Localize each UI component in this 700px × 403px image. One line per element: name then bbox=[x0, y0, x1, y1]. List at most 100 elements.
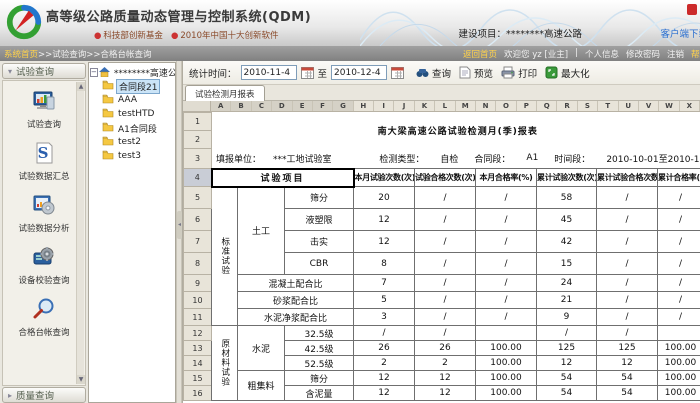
sheet-cell[interactable]: / bbox=[415, 292, 476, 309]
打印-button[interactable]: 打印 bbox=[501, 66, 537, 80]
column-header-U[interactable]: U bbox=[619, 101, 639, 111]
column-header-M[interactable]: M bbox=[456, 101, 476, 111]
sheet-cell[interactable]: 水泥净浆配合比 bbox=[238, 309, 354, 326]
sheet-cell[interactable]: 21 bbox=[537, 292, 597, 309]
sheet-cell[interactable]: 2 bbox=[354, 356, 415, 371]
col-header[interactable]: 试验合格次数(次) bbox=[415, 169, 476, 187]
collapse-icon[interactable]: − bbox=[90, 68, 98, 77]
column-header-H[interactable]: H bbox=[354, 101, 374, 111]
tree-item[interactable]: test3 bbox=[89, 149, 175, 163]
sheet-cell[interactable]: 54 bbox=[537, 386, 597, 401]
sheet-cell[interactable]: 100.00 bbox=[476, 341, 537, 356]
column-header-J[interactable]: J bbox=[394, 101, 414, 111]
sheet-cell[interactable]: 24 bbox=[537, 275, 597, 292]
column-header-T[interactable]: T bbox=[598, 101, 618, 111]
row-header[interactable]: 1 bbox=[184, 113, 212, 131]
row-header[interactable]: 12 bbox=[184, 326, 212, 341]
sheet-cell[interactable]: 125 bbox=[537, 341, 597, 356]
date-to-input[interactable] bbox=[331, 65, 387, 80]
scroll-down-icon[interactable]: ▼ bbox=[77, 375, 85, 384]
column-header-F[interactable]: F bbox=[313, 101, 333, 111]
sheet-cell[interactable]: 32.5级 bbox=[285, 326, 354, 341]
sheet-cell[interactable]: 筛分 bbox=[285, 187, 354, 209]
sidebar-item[interactable]: S试验数据汇总 bbox=[3, 141, 85, 182]
sheet-cell[interactable]: 筛分 bbox=[285, 371, 354, 386]
sheet-cell[interactable]: 45 bbox=[537, 209, 597, 231]
row-header[interactable]: 2 bbox=[184, 131, 212, 149]
column-header-N[interactable]: N bbox=[476, 101, 496, 111]
sheet-cell[interactable]: 12 bbox=[537, 356, 597, 371]
column-header-I[interactable]: I bbox=[374, 101, 394, 111]
sheet-cell[interactable]: 12 bbox=[354, 209, 415, 231]
tab-monthly-report[interactable]: 试验检测月报表 bbox=[185, 85, 265, 101]
sidebar-group-test-query[interactable]: ▾ 试验查询 bbox=[2, 63, 86, 79]
sheet-cell[interactable]: 54 bbox=[597, 371, 658, 386]
sheet-cell[interactable]: 12 bbox=[415, 386, 476, 401]
tree-item[interactable]: test2 bbox=[89, 135, 175, 149]
col-header[interactable]: 本月试验次数(次) bbox=[354, 169, 415, 187]
sheet-cell[interactable]: / bbox=[597, 309, 658, 326]
sheet-cell[interactable]: / bbox=[415, 187, 476, 209]
sheet-cell[interactable]: 100.00 bbox=[658, 356, 700, 371]
column-header-Q[interactable]: Q bbox=[537, 101, 557, 111]
sheet-cell[interactable]: / bbox=[658, 309, 700, 326]
sheet-cell[interactable]: / bbox=[415, 253, 476, 275]
sheet-cell[interactable]: 12 bbox=[354, 371, 415, 386]
sheet-cell[interactable]: / bbox=[597, 292, 658, 309]
column-header-C[interactable]: C bbox=[252, 101, 272, 111]
tree-item[interactable]: 合同段21 bbox=[89, 79, 175, 93]
sheet-cell[interactable]: 100.00 bbox=[476, 371, 537, 386]
sheet-cell[interactable]: 100.00 bbox=[476, 356, 537, 371]
sheet-cell[interactable]: 12 bbox=[354, 231, 415, 253]
sheet-cell[interactable]: 100.00 bbox=[658, 386, 700, 401]
date-from-input[interactable] bbox=[241, 65, 297, 80]
sheet-cell[interactable]: / bbox=[415, 209, 476, 231]
sheet-cell[interactable]: / bbox=[658, 231, 700, 253]
calendar-from-button[interactable] bbox=[301, 66, 314, 79]
user-link[interactable]: 个人信息 bbox=[585, 48, 619, 60]
tree-root-label[interactable]: ********高速公路 bbox=[112, 66, 176, 79]
sheet-cell[interactable]: 3 bbox=[354, 309, 415, 326]
row-header[interactable]: 8 bbox=[184, 253, 212, 275]
column-header-L[interactable]: L bbox=[435, 101, 455, 111]
sheet-cell[interactable]: 54 bbox=[537, 371, 597, 386]
最大化-button[interactable]: 最大化 bbox=[545, 66, 590, 80]
sheet-cell[interactable]: / bbox=[476, 209, 537, 231]
sheet-cell[interactable]: 26 bbox=[415, 341, 476, 356]
column-header-P[interactable]: P bbox=[517, 101, 537, 111]
sheet-cell[interactable]: / bbox=[537, 326, 597, 341]
splitter-handle-icon[interactable]: ◂ bbox=[177, 211, 182, 239]
user-link[interactable]: 修改密码 bbox=[626, 48, 660, 60]
sheet-cell[interactable] bbox=[476, 326, 537, 341]
client-download-link[interactable]: 客户端下载 bbox=[660, 26, 700, 40]
row-header[interactable]: 6 bbox=[184, 209, 212, 231]
tree-root[interactable]: − ********高速公路 bbox=[89, 65, 175, 79]
sidebar-item[interactable]: 设备校验查询 bbox=[3, 245, 85, 286]
sheet-cell[interactable]: 42 bbox=[537, 231, 597, 253]
查询-button[interactable]: 查询 bbox=[416, 66, 451, 80]
sheet-cell[interactable]: 58 bbox=[537, 187, 597, 209]
sheet-cell[interactable]: 原材料试验 bbox=[212, 326, 238, 401]
sheet-cell[interactable]: 2 bbox=[415, 356, 476, 371]
project-selector[interactable]: 建设项目：********高速公路 bbox=[458, 26, 582, 40]
sheet-cell[interactable]: 水泥 bbox=[238, 326, 285, 371]
sheet-cell[interactable]: 砂浆配合比 bbox=[238, 292, 354, 309]
sheet-cell[interactable]: 125 bbox=[597, 341, 658, 356]
sheet-cell[interactable]: 液塑限 bbox=[285, 209, 354, 231]
sheet-cell[interactable]: / bbox=[597, 187, 658, 209]
sheet-cell[interactable]: / bbox=[658, 253, 700, 275]
sheet-cell[interactable]: / bbox=[476, 292, 537, 309]
sheet-cell[interactable]: 8 bbox=[354, 253, 415, 275]
panel-splitter[interactable]: ◂ bbox=[176, 61, 182, 403]
col-header[interactable]: 本月合格率(%) bbox=[476, 169, 537, 187]
column-header-V[interactable]: V bbox=[639, 101, 659, 111]
column-header-A[interactable]: A bbox=[211, 101, 231, 111]
row-header[interactable]: 3 bbox=[184, 149, 212, 169]
col-header-test-item[interactable]: 试验项目 bbox=[212, 169, 354, 187]
col-header[interactable]: 累计合格率(%) bbox=[658, 169, 700, 187]
sheet-cell[interactable]: 9 bbox=[537, 309, 597, 326]
sheet-cell[interactable]: 52.5级 bbox=[285, 356, 354, 371]
sheet-cell[interactable]: / bbox=[658, 275, 700, 292]
sheet-cell[interactable]: 15 bbox=[537, 253, 597, 275]
sheet-cell[interactable]: 100.00 bbox=[658, 341, 700, 356]
